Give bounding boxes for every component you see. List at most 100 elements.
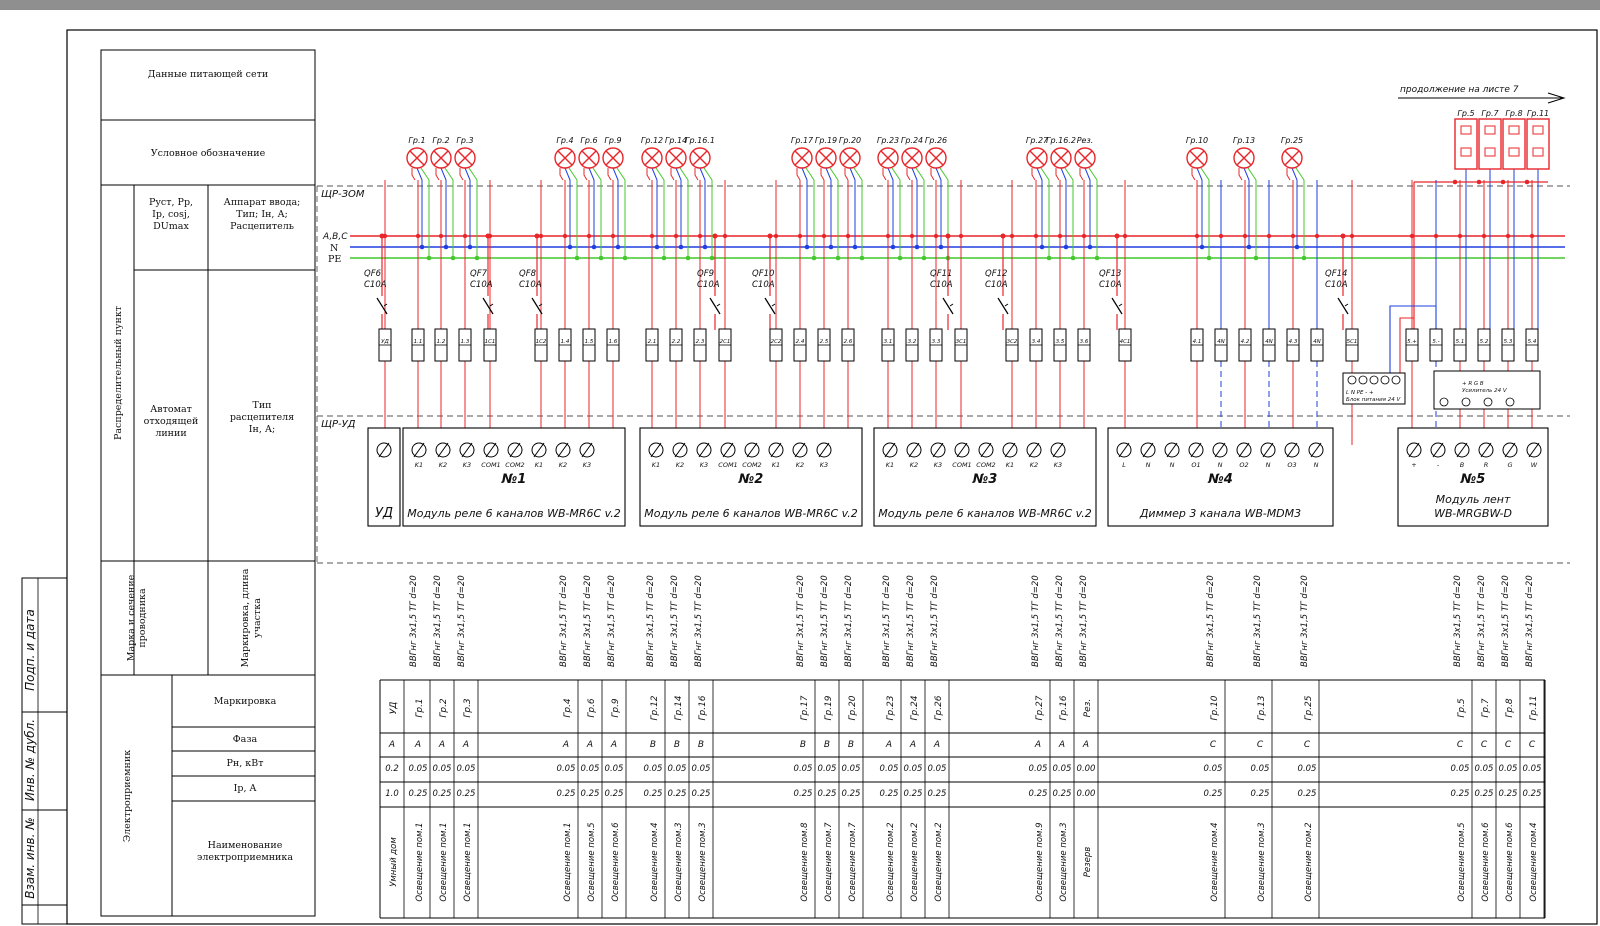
module-terminal-label: N xyxy=(1314,461,1319,469)
module-terminal-label: K1 xyxy=(1006,461,1014,469)
breaker-rating: C10A xyxy=(1099,280,1122,290)
table-power: 0.05 xyxy=(794,764,813,774)
terminal-label: 4N xyxy=(1313,339,1321,345)
lamp-group-label: Гр.13 xyxy=(1233,136,1255,145)
module-terminal-label: K3 xyxy=(700,461,708,469)
header-params-2: Ip, cosj, xyxy=(152,209,190,220)
header-name-1: Наименование xyxy=(208,840,283,851)
lamp-group-label: Гр.23 xyxy=(877,136,899,145)
module-name-line2: WB-MRGBW-D xyxy=(1434,507,1512,520)
terminal-label: 1С2 xyxy=(536,339,547,345)
table-phase: A xyxy=(414,740,421,750)
table-mark: Гр.9 xyxy=(611,698,621,718)
table-power: 0.05 xyxy=(668,764,687,774)
table-current: 0.25 xyxy=(409,789,428,799)
electrical-schematic: Подп. и дата Инв. № дубл. Взам. инв. № Д… xyxy=(21,29,1598,925)
header-outgoing-1: Автомат xyxy=(150,404,192,415)
table-power: 0.05 xyxy=(1029,764,1048,774)
module-terminal-label: N xyxy=(1170,461,1175,469)
table-power: 0.05 xyxy=(409,764,428,774)
table-consumer-name: Освещение пом.3 xyxy=(1059,822,1069,901)
table-power: 0.05 xyxy=(605,764,624,774)
terminal-label: 5.- xyxy=(1432,339,1439,345)
table-power: 0.05 xyxy=(818,764,837,774)
stamp-dup-inv: Инв. № дубл. xyxy=(23,719,37,801)
table-consumer-name: Освещение пом.2 xyxy=(886,822,896,901)
lamp-group-label: Гр.9 xyxy=(604,136,621,145)
table-consumer-name: Освещение пом.7 xyxy=(824,822,834,902)
table-phase: A xyxy=(586,740,593,750)
table-phase: C xyxy=(1481,740,1488,750)
table-power: 0.05 xyxy=(692,764,711,774)
table-phase: C xyxy=(1210,740,1217,750)
lamp-layer: Гр.1 Гр.2 Гр.3 Гр.4 Гр.6 Гр.9 Гр.12 Гр.14Гр.16.… xyxy=(406,109,1550,170)
breaker-id: QF14 xyxy=(1325,269,1347,279)
header-power: Рн, кВт xyxy=(227,758,264,769)
table-current: 0.25 xyxy=(581,789,600,799)
table-current: 0.00 xyxy=(1077,789,1096,799)
cable-label: ВВГнг 3х1,5 ТГ d=20 xyxy=(1055,575,1065,667)
table-phase: A xyxy=(933,740,940,750)
table-current: 1.0 xyxy=(385,789,399,799)
header-symbol: Условное обозначение xyxy=(151,148,266,159)
module-terminal-label: COM1 xyxy=(718,461,737,469)
terminal-label: 1С1 xyxy=(485,339,496,345)
table-power: 0.05 xyxy=(1204,764,1223,774)
rgb-group-label: Гр.11 xyxy=(1527,109,1549,118)
table-mark: Гр.3 xyxy=(463,698,473,718)
table-mark: Гр.25 xyxy=(1304,695,1314,720)
table-power: 0.00 xyxy=(1077,764,1096,774)
table-consumer-name: Освещение пом.2 xyxy=(910,822,920,901)
table-mark: Гр.12 xyxy=(650,695,660,720)
table-mark: Гр.7 xyxy=(1481,698,1491,718)
table-power: 0.05 xyxy=(644,764,663,774)
table-current: 0.25 xyxy=(457,789,476,799)
table-consumer-name: Освещение пом.1 xyxy=(415,822,425,901)
table-mark: Гр.11 xyxy=(1529,695,1539,720)
table-mark: Гр.20 xyxy=(848,695,858,720)
table-power: 0.05 xyxy=(904,764,923,774)
stamp-sign-date: Подп. и дата xyxy=(23,609,37,691)
continuation-text: продолжение на листе 7 xyxy=(1400,85,1519,95)
module-terminal-label: K2 xyxy=(910,461,918,469)
lamp-group-label: Гр.3 xyxy=(456,136,473,145)
module-terminal-label: K3 xyxy=(934,461,942,469)
table-current: 0.25 xyxy=(842,789,861,799)
table-mark: Гр.24 xyxy=(910,695,920,720)
table-power: 0.05 xyxy=(1523,764,1542,774)
table-consumer-name: Освещение пом.3 xyxy=(698,822,708,901)
module-name: Модуль лент xyxy=(1436,493,1511,506)
table-phase: A xyxy=(1082,740,1089,750)
module-number: №1 xyxy=(501,472,527,487)
table-mark: Гр.5 xyxy=(1457,698,1467,718)
table-current: 0.25 xyxy=(1499,789,1518,799)
breaker-rating: C10A xyxy=(752,280,775,290)
stamp-column: Подп. и дата Инв. № дубл. Взам. инв. № xyxy=(21,577,68,925)
module-terminal-label: COM2 xyxy=(505,461,524,469)
module-name: УД xyxy=(375,506,393,521)
table-mark: Гр.1 xyxy=(415,698,425,717)
cable-label: ВВГнг 3х1,5 ТГ d=20 xyxy=(646,575,656,667)
module-terminal-label: K1 xyxy=(886,461,894,469)
lamp-group-label: Гр.2 xyxy=(432,136,449,145)
table-power: 0.05 xyxy=(457,764,476,774)
breaker-id: QF13 xyxy=(1099,269,1121,279)
terminal-label: 1.1 xyxy=(414,339,423,345)
terminal-label: 1.2 xyxy=(437,339,446,345)
cable-label: ВВГнг 3х1,5 ТГ d=20 xyxy=(1206,575,1216,667)
psu-terminals-label: L N PE - + xyxy=(1346,390,1374,396)
module-terminal-label: L xyxy=(1122,461,1126,469)
table-power: 0.2 xyxy=(385,764,399,774)
consumer-table: УД A 0.2 1.0 Умный дом Гр.1 A 0.05 0.25 Освещение… xyxy=(379,679,1546,919)
header-input-1: Аппарат ввода; xyxy=(224,197,301,208)
terminal-label: 5.+ xyxy=(1407,339,1417,345)
rgb-group-label: Гр.5 xyxy=(1457,109,1474,118)
cable-label: ВВГнг 3х1,5 ТГ d=20 xyxy=(1477,575,1487,667)
table-current: 0.25 xyxy=(692,789,711,799)
header-texts: Данные питающей сети Условное обозначени… xyxy=(113,69,300,863)
module-number: №3 xyxy=(972,472,998,487)
cable-label: ВВГнг 3х1,5 ТГ d=20 xyxy=(433,575,443,667)
header-release-3: Iн, А; xyxy=(249,424,276,435)
table-phase: A xyxy=(1034,740,1041,750)
table-current: 0.25 xyxy=(880,789,899,799)
